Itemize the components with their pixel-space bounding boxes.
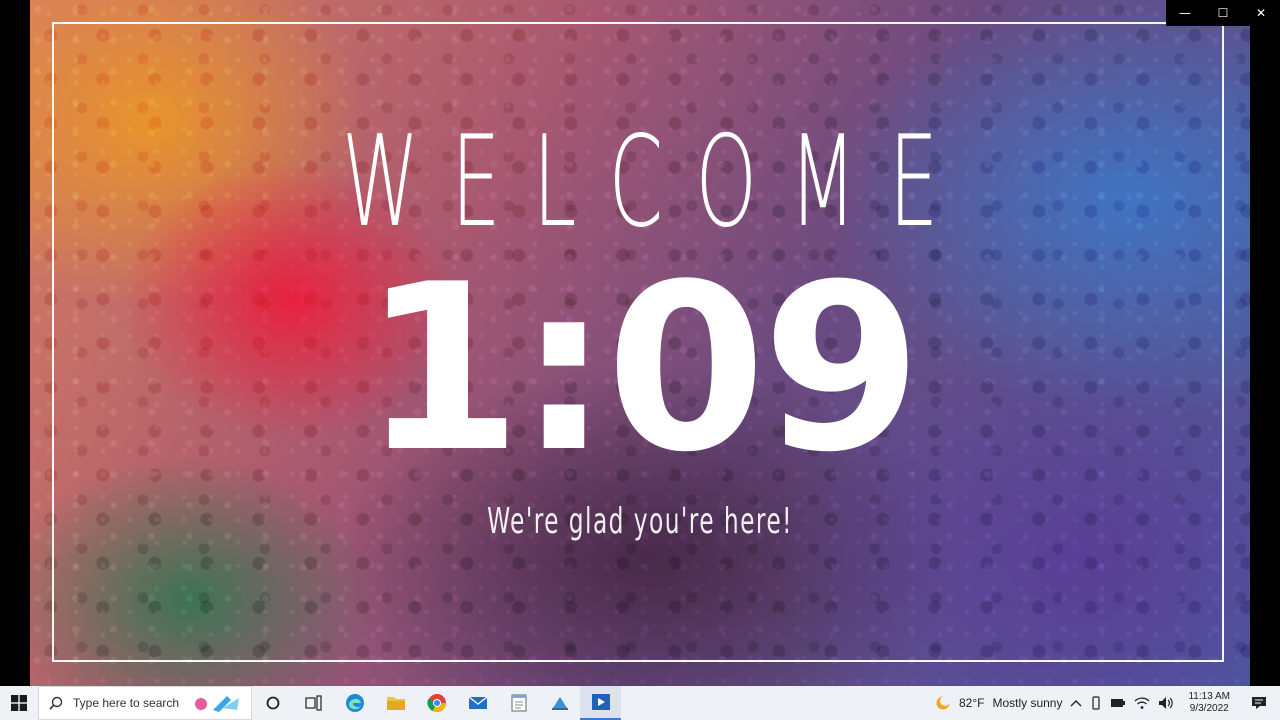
welcome-title: WELCOME bbox=[341, 108, 971, 255]
media-player-icon[interactable] bbox=[580, 686, 621, 720]
taskbar: Type here to search 82°F Mostly sunny 11… bbox=[0, 686, 1280, 720]
device-icon[interactable] bbox=[1090, 696, 1102, 710]
notepad-icon[interactable] bbox=[498, 686, 539, 720]
screen: WELCOME 1:09 We're glad you're here! — ☐… bbox=[0, 0, 1280, 720]
weather-sun-icon[interactable] bbox=[935, 695, 951, 711]
countdown-timer: 1:09 bbox=[361, 236, 922, 503]
clock-date: 9/3/2022 bbox=[1189, 703, 1229, 714]
file-explorer-icon[interactable] bbox=[375, 686, 416, 720]
system-tray: 82°F Mostly sunny 11:13 AM 9/3/2022 bbox=[935, 686, 1280, 720]
screen-capture-icon[interactable] bbox=[539, 686, 580, 720]
weather-condition[interactable]: Mostly sunny bbox=[992, 696, 1062, 710]
search-placeholder: Type here to search bbox=[73, 696, 180, 710]
clock-time: 11:13 AM bbox=[1188, 691, 1230, 702]
search-highlight-icon bbox=[195, 696, 239, 712]
battery-icon[interactable] bbox=[1110, 697, 1126, 709]
close-button[interactable]: ✕ bbox=[1242, 0, 1280, 26]
start-button[interactable] bbox=[0, 686, 38, 720]
wifi-icon[interactable] bbox=[1134, 696, 1150, 710]
taskbar-search-box[interactable]: Type here to search bbox=[38, 686, 252, 720]
notification-button[interactable] bbox=[1244, 686, 1274, 720]
notification-icon bbox=[1252, 697, 1266, 709]
mail-icon[interactable] bbox=[457, 686, 498, 720]
cortana-icon[interactable] bbox=[252, 686, 293, 720]
minimize-button[interactable]: — bbox=[1166, 0, 1204, 26]
maximize-button[interactable]: ☐ bbox=[1204, 0, 1242, 26]
windows-logo-icon bbox=[11, 695, 27, 711]
chevron-up-icon[interactable] bbox=[1070, 698, 1082, 708]
taskbar-clock[interactable]: 11:13 AM 9/3/2022 bbox=[1188, 691, 1230, 715]
chrome-icon[interactable] bbox=[416, 686, 457, 720]
window-controls: — ☐ ✕ bbox=[1166, 0, 1280, 26]
search-icon bbox=[49, 696, 63, 710]
task-view-icon[interactable] bbox=[293, 686, 334, 720]
weather-temperature[interactable]: 82°F bbox=[959, 696, 984, 710]
welcome-tagline: We're glad you're here! bbox=[487, 501, 793, 542]
volume-icon[interactable] bbox=[1158, 696, 1174, 710]
slideshow-window[interactable]: WELCOME 1:09 We're glad you're here! bbox=[30, 0, 1250, 686]
edge-icon[interactable] bbox=[334, 686, 375, 720]
